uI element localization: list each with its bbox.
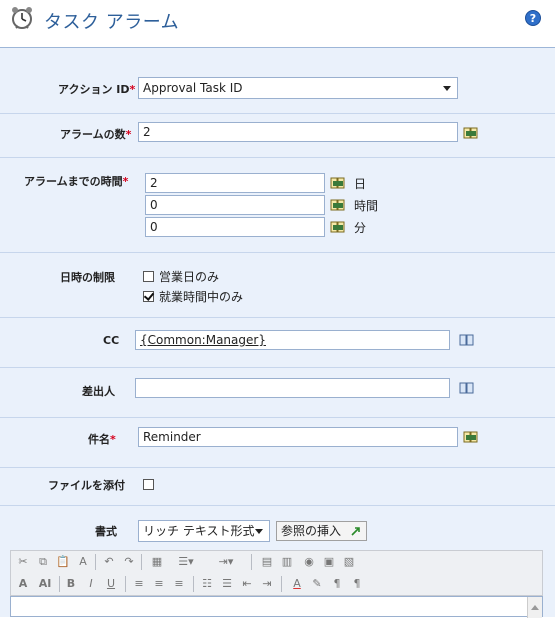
format-label: 書式 xyxy=(95,525,117,538)
toolbar-divider xyxy=(141,554,142,570)
alarm-count-label: アラームの数* xyxy=(60,128,132,141)
toolbar-divider xyxy=(59,576,60,592)
align-center-icon[interactable]: ≡ xyxy=(151,576,167,592)
alarm-count-row: アラームの数* 2 xyxy=(0,114,555,158)
business-days-label: 営業日のみ xyxy=(159,270,220,284)
picture-icon[interactable]: ▣ xyxy=(321,554,337,570)
indent-icon[interactable]: ⇥ xyxy=(259,576,275,592)
highlight-icon[interactable]: ✎ xyxy=(309,576,325,592)
subject-label: 件名* xyxy=(88,433,116,446)
hours-unit: 時間 xyxy=(354,199,379,213)
subject-input[interactable]: Reminder xyxy=(138,427,458,447)
title-bar: タスク アラーム ? xyxy=(0,0,555,40)
rich-text-editor[interactable] xyxy=(10,596,543,618)
lookup-book-icon[interactable] xyxy=(330,198,346,211)
action-id-row: アクション ID* Approval Task ID xyxy=(0,48,555,114)
image-icon[interactable]: ◉ xyxy=(301,554,317,570)
ltr-icon[interactable]: ¶ xyxy=(329,576,345,592)
underline-icon[interactable]: U xyxy=(103,576,119,592)
address-book-icon[interactable] xyxy=(459,381,475,394)
attach-file-label: ファイルを添付 xyxy=(48,479,125,492)
text-style-icon[interactable]: AI xyxy=(35,576,55,592)
code-icon[interactable]: ▧ xyxy=(341,554,357,570)
dropdown-arrow-icon xyxy=(255,529,263,534)
format-select[interactable]: リッチ テキスト形式 xyxy=(138,520,270,542)
align-right-icon[interactable]: ≡ xyxy=(171,576,187,592)
editor-scrollbar[interactable] xyxy=(527,597,542,618)
copy-icon[interactable]: ⧉ xyxy=(35,554,51,570)
working-hours-checkbox[interactable] xyxy=(143,291,154,302)
alarm-form: アクション ID* Approval Task ID アラームの数* 2 アラー… xyxy=(0,47,555,617)
dropdown-arrow-icon xyxy=(443,86,451,91)
days-unit: 日 xyxy=(354,177,367,191)
alarm-clock-icon xyxy=(12,7,32,29)
toolbar-divider xyxy=(125,576,126,592)
paste-text-icon[interactable]: A xyxy=(75,554,91,570)
help-icon[interactable]: ? xyxy=(525,10,541,26)
time-restriction-row: 日時の制限 営業日のみ 就業時間中のみ xyxy=(0,253,555,318)
sender-label: 差出人 xyxy=(82,385,115,398)
toolbar-divider xyxy=(95,554,96,570)
indent-style-icon[interactable]: ⇥▾ xyxy=(211,554,241,570)
sender-row: 差出人 xyxy=(0,368,555,418)
cut-icon[interactable]: ✂ xyxy=(15,554,31,570)
paste-icon[interactable]: 📋 xyxy=(55,554,71,570)
minutes-input[interactable]: 0 xyxy=(145,217,325,237)
attach-file-checkbox[interactable] xyxy=(143,479,154,490)
working-hours-label: 就業時間中のみ xyxy=(159,290,244,304)
cc-input[interactable]: {Common:Manager} xyxy=(135,330,450,350)
action-id-select[interactable]: Approval Task ID xyxy=(138,77,458,99)
font-size-icon[interactable]: A xyxy=(15,576,31,592)
italic-icon[interactable]: I xyxy=(83,576,99,592)
outdent-icon[interactable]: ⇤ xyxy=(239,576,255,592)
toolbar-divider xyxy=(193,576,194,592)
font-color-icon[interactable]: A xyxy=(289,576,305,592)
cc-row: CC {Common:Manager} xyxy=(0,318,555,368)
attach-file-row: ファイルを添付 xyxy=(0,468,555,506)
insert-reference-button[interactable]: 参照の挿入 xyxy=(276,521,367,541)
bold-icon[interactable]: B xyxy=(63,576,79,592)
toolbar-divider xyxy=(281,576,282,592)
toolbar-divider xyxy=(251,554,252,570)
alarm-count-input[interactable]: 2 xyxy=(138,122,458,142)
hours-input[interactable]: 0 xyxy=(145,195,325,215)
table-props-icon[interactable]: ▥ xyxy=(279,554,295,570)
minutes-unit: 分 xyxy=(354,221,367,235)
cc-label: CC xyxy=(103,334,120,347)
time-until-alarm-label: アラームまでの時間* xyxy=(24,175,129,188)
page-title: タスク アラーム xyxy=(44,12,180,33)
list-style-icon[interactable]: ☰▾ xyxy=(171,554,201,570)
lookup-book-icon[interactable] xyxy=(463,126,479,139)
insert-arrow-icon xyxy=(351,527,360,536)
table-icon[interactable]: ▦ xyxy=(149,554,165,570)
days-input[interactable]: 2 xyxy=(145,173,325,193)
insert-table-icon[interactable]: ▤ xyxy=(259,554,275,570)
rich-text-toolbar: ✂ ⧉ 📋 A ↶ ↷ ▦ ☰▾ ⇥▾ ▤ ▥ ◉ ▣ ▧ A AI B I U… xyxy=(10,550,543,596)
time-until-alarm-row: アラームまでの時間* 2 日 0 時間 0 分 xyxy=(0,158,555,253)
rtl-icon[interactable]: ¶ xyxy=(349,576,365,592)
sender-input[interactable] xyxy=(135,378,450,398)
undo-icon[interactable]: ↶ xyxy=(101,554,117,570)
redo-icon[interactable]: ↷ xyxy=(121,554,137,570)
lookup-book-icon[interactable] xyxy=(330,176,346,189)
time-restriction-label: 日時の制限 xyxy=(60,271,115,284)
unordered-list-icon[interactable]: ☰ xyxy=(219,576,235,592)
lookup-book-icon[interactable] xyxy=(463,430,479,443)
ordered-list-icon[interactable]: ☷ xyxy=(199,576,215,592)
address-book-icon[interactable] xyxy=(459,333,475,346)
action-id-label: アクション ID* xyxy=(58,83,136,96)
align-left-icon[interactable]: ≡ xyxy=(131,576,147,592)
lookup-book-icon[interactable] xyxy=(330,220,346,233)
business-days-checkbox[interactable] xyxy=(143,271,154,282)
subject-row: 件名* Reminder xyxy=(0,418,555,468)
